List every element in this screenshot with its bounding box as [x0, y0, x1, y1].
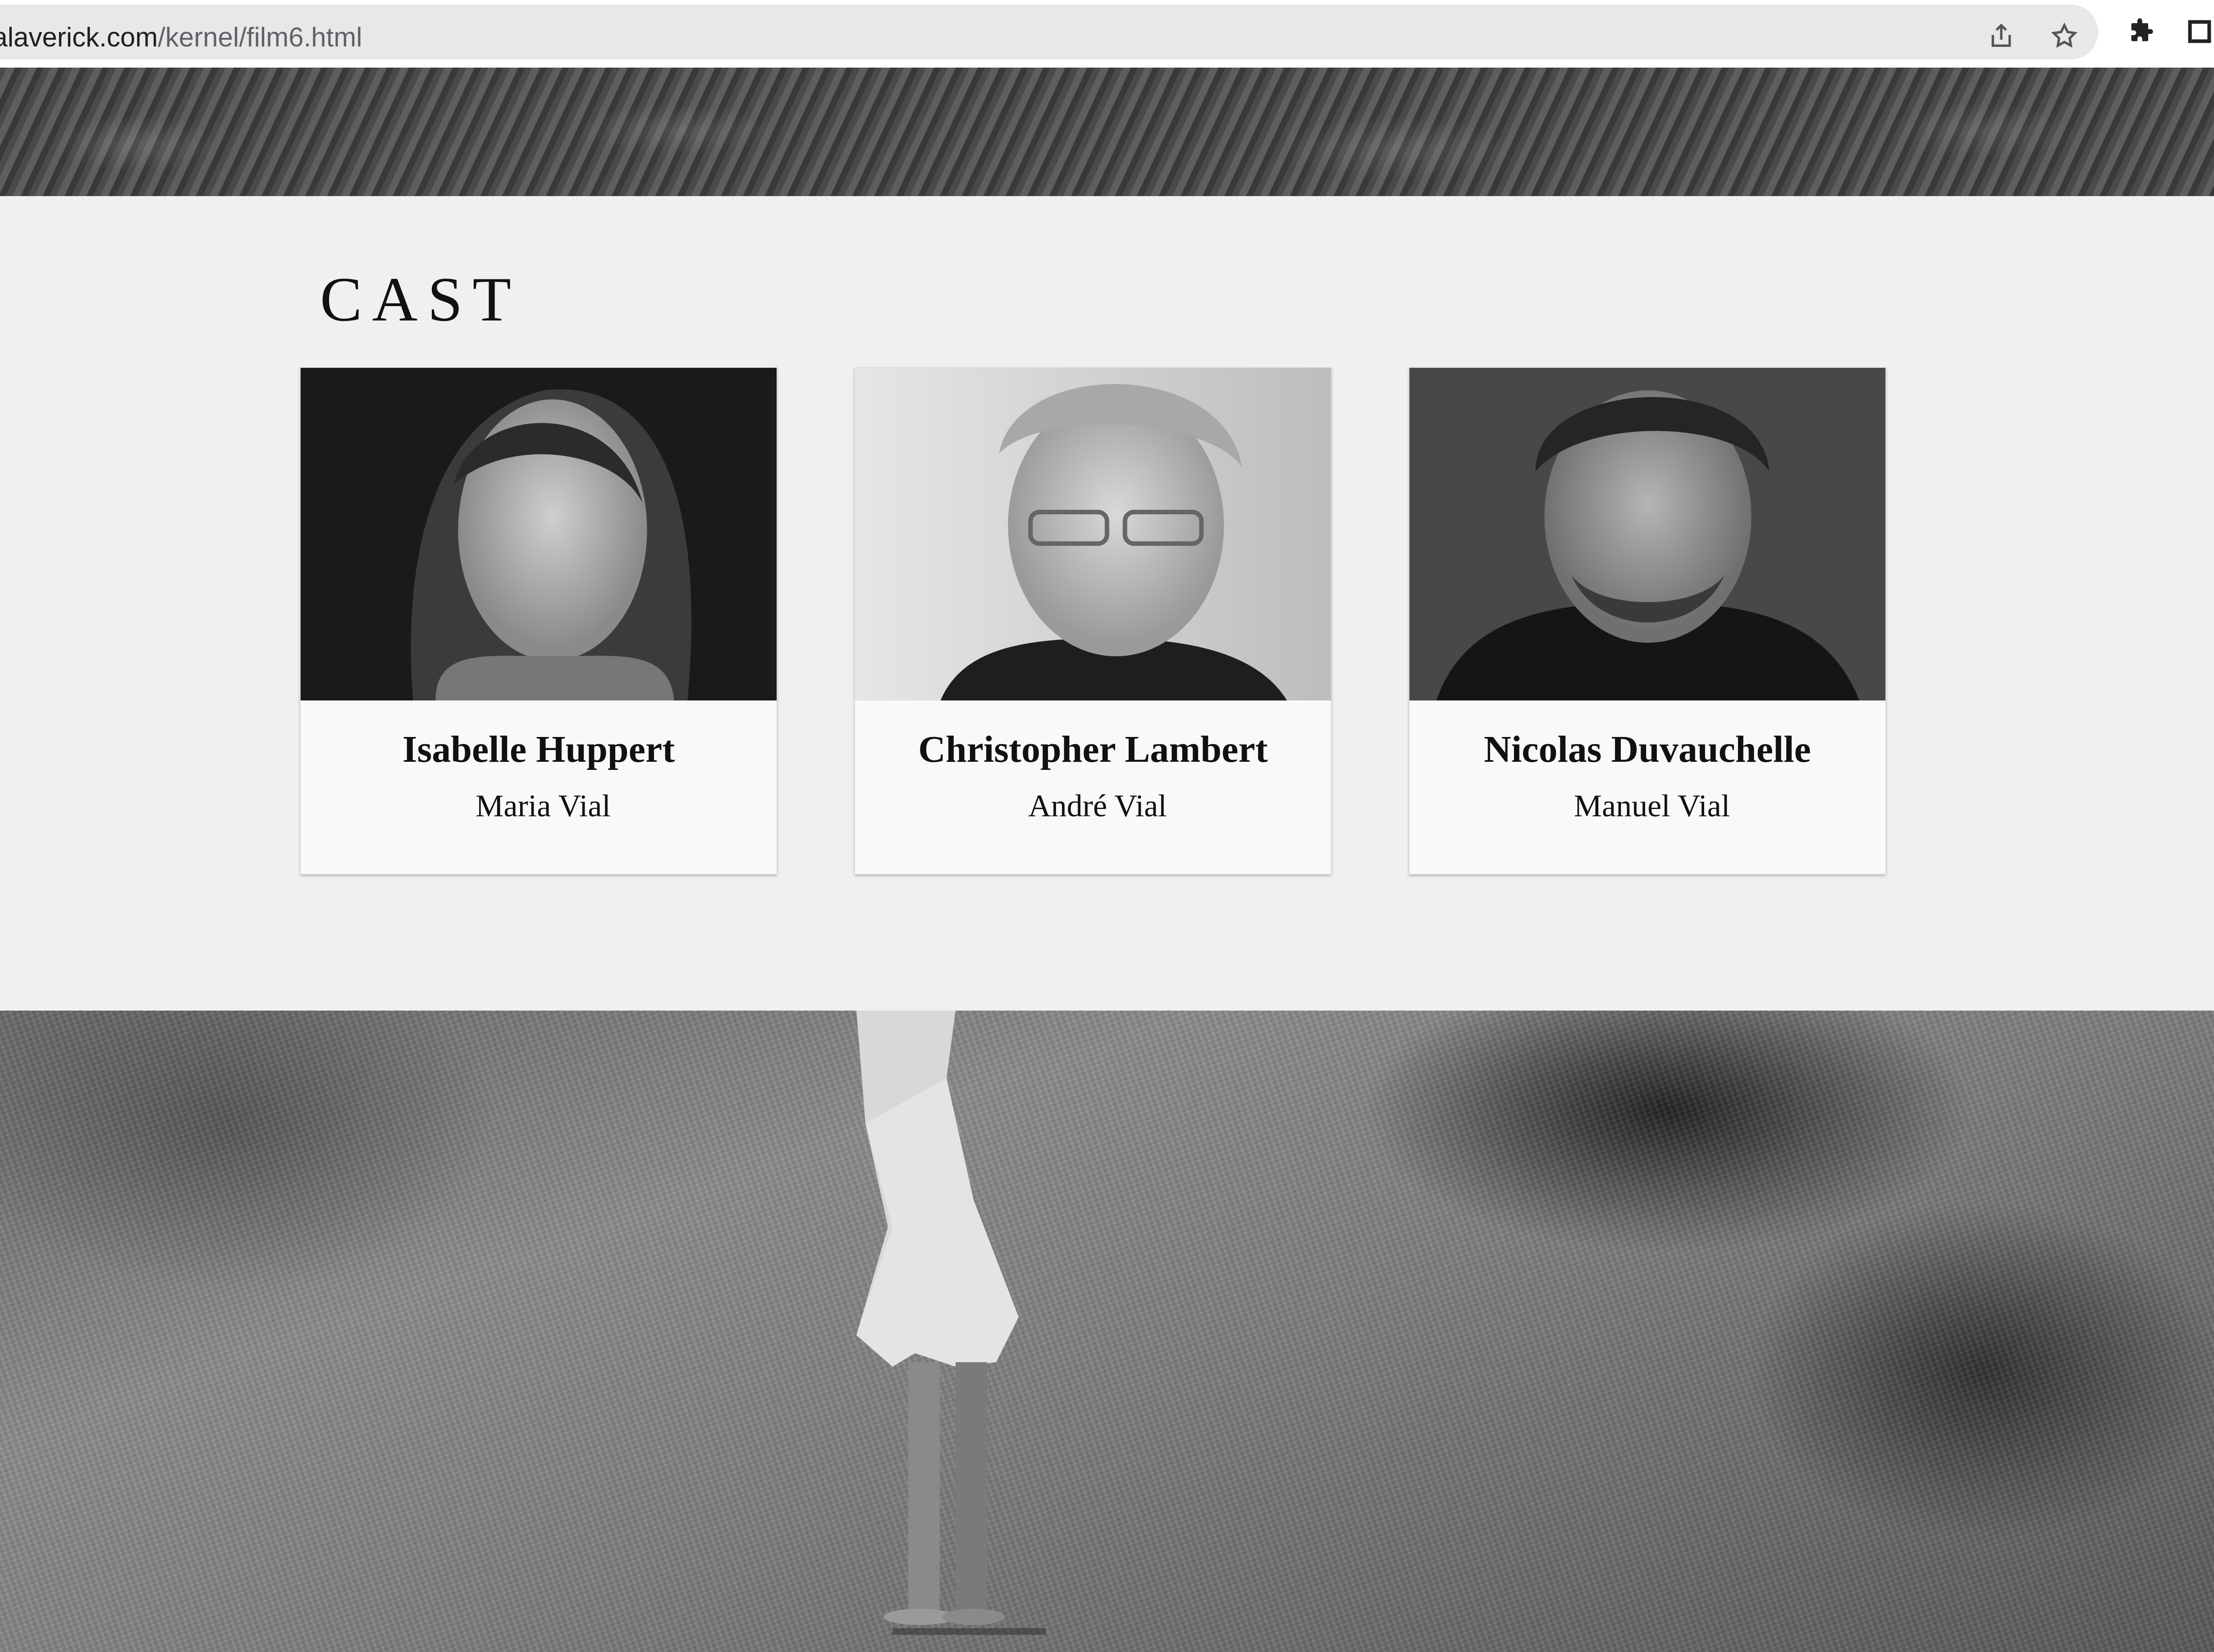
actor-name: Christopher Lambert [918, 728, 1268, 770]
actor-name: Nicolas Duvauchelle [1484, 728, 1811, 770]
share-icon[interactable] [1983, 18, 2019, 54]
role-name: Maria Vial [476, 789, 611, 824]
actor-photo [855, 368, 1331, 700]
road-texture [0, 1011, 2214, 1652]
cast-heading: CAST [320, 265, 521, 334]
actor-photo [301, 368, 777, 700]
role-name: André Vial [1028, 789, 1167, 824]
hero-image-top [0, 68, 2214, 196]
cast-section: CAST Isabelle Huppert Maria Vial Christo… [0, 196, 2214, 1011]
address-bar[interactable]: eyalaverick.com/kernel/film6.html [0, 5, 2098, 59]
woman-figure-image [856, 1011, 1046, 1635]
extensions-puzzle-icon[interactable] [2123, 14, 2159, 50]
hero-image-bottom [0, 1011, 2214, 1652]
cast-card[interactable]: Nicolas Duvauchelle Manuel Vial [1409, 367, 1886, 874]
bookmark-star-icon[interactable] [2046, 18, 2082, 54]
actor-name: Isabelle Huppert [402, 728, 675, 770]
cast-card[interactable]: Christopher Lambert André Vial [855, 367, 1331, 874]
role-name: Manuel Vial [1574, 789, 1730, 824]
url-host: eyalaverick.com [0, 22, 158, 52]
side-panel-icon[interactable] [2182, 14, 2214, 50]
actor-photo [1409, 368, 1885, 700]
url-text[interactable]: eyalaverick.com/kernel/film6.html [0, 22, 362, 53]
browser-toolbar: eyalaverick.com/kernel/film6.html [0, 0, 2214, 68]
url-path: /kernel/film6.html [158, 22, 362, 52]
cast-card[interactable]: Isabelle Huppert Maria Vial [300, 367, 777, 874]
